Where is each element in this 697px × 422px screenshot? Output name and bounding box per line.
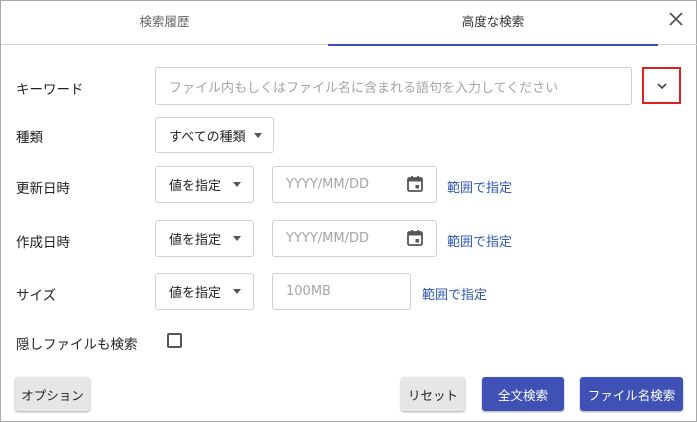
- chevron-down-icon: [656, 82, 667, 89]
- calendar-icon[interactable]: [406, 175, 424, 193]
- type-select-value: すべての種類: [169, 129, 246, 145]
- reset-button[interactable]: リセット: [401, 377, 465, 411]
- created-select-value: 値を指定: [169, 233, 222, 248]
- caret-down-icon: [233, 289, 241, 294]
- created-date-placeholder: YYYY/MM/DD: [286, 231, 369, 246]
- modified-select-value: 値を指定: [169, 179, 222, 194]
- tab-advanced-search[interactable]: 高度な検索: [328, 1, 658, 46]
- modified-date-input[interactable]: YYYY/MM/DD: [272, 166, 437, 203]
- keyword-input[interactable]: ファイル内もしくはファイル名に含まれる語句を入力してください: [155, 67, 632, 105]
- hidden-files-checkbox[interactable]: [167, 333, 182, 348]
- tab-bar: 検索履歴 高度な検索: [1, 1, 697, 46]
- keyword-label: キーワード: [16, 82, 84, 98]
- modified-label: 更新日時: [16, 181, 70, 197]
- modified-date-placeholder: YYYY/MM/DD: [286, 177, 369, 192]
- hidden-files-label: 隠しファイルも検索: [16, 337, 138, 353]
- type-label: 種類: [16, 130, 43, 146]
- options-button[interactable]: オプション: [15, 377, 90, 411]
- fulltext-search-button[interactable]: 全文検索: [482, 377, 564, 411]
- size-label: サイズ: [16, 288, 57, 304]
- filename-search-button[interactable]: ファイル名検索: [580, 377, 683, 411]
- modified-select[interactable]: 値を指定: [155, 166, 254, 203]
- created-date-input[interactable]: YYYY/MM/DD: [272, 220, 437, 257]
- size-select-value: 値を指定: [169, 286, 222, 301]
- calendar-icon[interactable]: [406, 229, 424, 247]
- advanced-search-dialog: 検索履歴 高度な検索 キーワード ファイル内もしくはファイル名に含まれる語句を入…: [0, 0, 697, 422]
- size-input[interactable]: 100MB: [272, 273, 411, 310]
- caret-down-icon: [233, 236, 241, 241]
- caret-down-icon: [254, 133, 262, 138]
- created-label: 作成日時: [16, 235, 70, 251]
- caret-down-icon: [233, 182, 241, 187]
- modified-range-link[interactable]: 範囲で指定: [447, 177, 512, 196]
- size-select[interactable]: 値を指定: [155, 273, 254, 310]
- size-placeholder: 100MB: [286, 284, 331, 299]
- expand-keyword-button[interactable]: [642, 67, 681, 104]
- keyword-placeholder: ファイル内もしくはファイル名に含まれる語句を入力してください: [169, 80, 559, 96]
- type-select[interactable]: すべての種類: [155, 117, 274, 153]
- close-icon[interactable]: [664, 7, 688, 31]
- size-range-link[interactable]: 範囲で指定: [422, 284, 487, 303]
- created-range-link[interactable]: 範囲で指定: [447, 231, 512, 250]
- tab-search-history[interactable]: 検索履歴: [1, 1, 328, 45]
- created-select[interactable]: 値を指定: [155, 220, 254, 257]
